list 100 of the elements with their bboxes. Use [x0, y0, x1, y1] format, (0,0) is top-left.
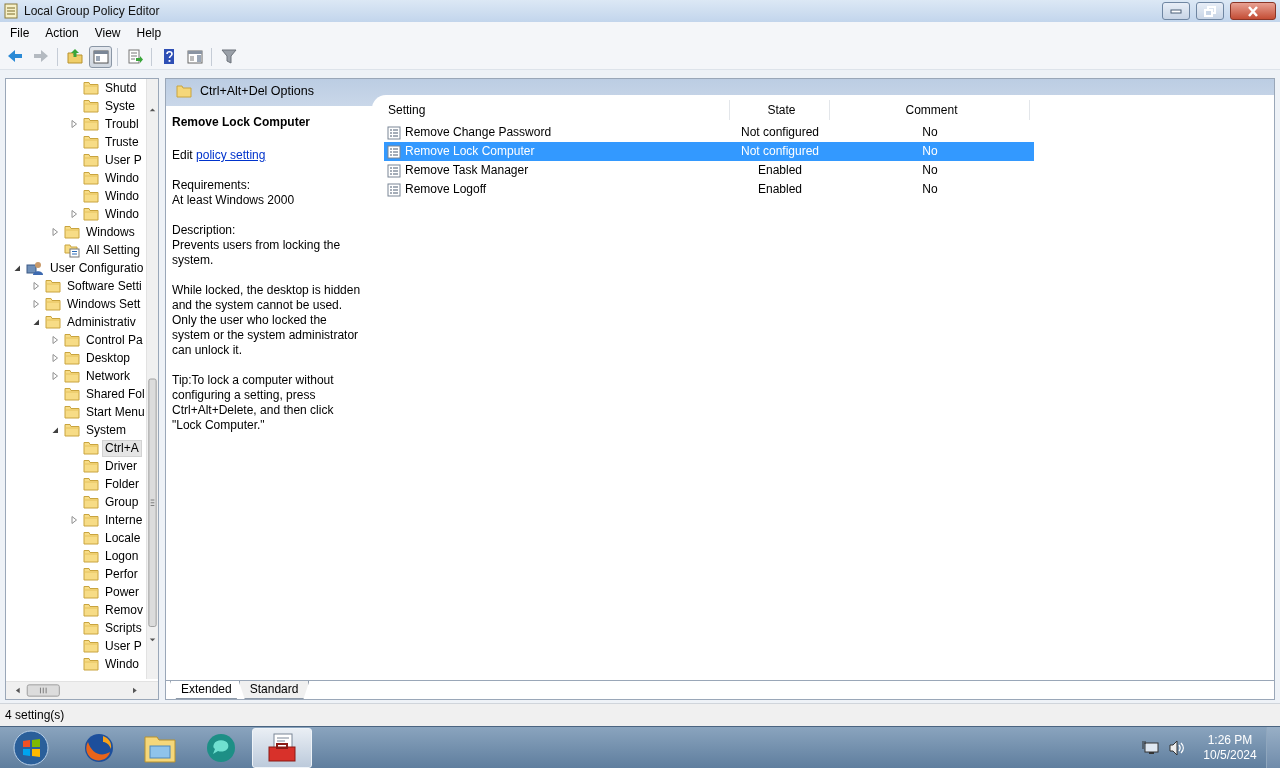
- tree-item[interactable]: Group: [102, 493, 142, 511]
- toolbox-icon: [265, 731, 299, 764]
- tree-item[interactable]: User P: [102, 637, 145, 655]
- tree-item[interactable]: Truste: [102, 133, 142, 151]
- table-cell-text: Not configured: [739, 144, 820, 159]
- tree-item[interactable]: Perfor: [102, 565, 141, 583]
- expand-arrow-icon[interactable]: [50, 371, 60, 381]
- tree-item[interactable]: Start Menu: [83, 403, 146, 421]
- tree-item[interactable]: Interne: [102, 511, 146, 529]
- tree-item[interactable]: Windo: [102, 205, 142, 223]
- collapse-arrow-icon[interactable]: [12, 263, 22, 273]
- tree-item[interactable]: Administrativ: [64, 313, 139, 331]
- expand-arrow-icon[interactable]: [69, 119, 79, 129]
- tree-item[interactable]: Troubl: [102, 115, 142, 133]
- tree-item[interactable]: Network: [83, 367, 133, 385]
- menu-item[interactable]: View: [86, 25, 129, 41]
- menu-item[interactable]: Action: [37, 25, 87, 41]
- tree-item[interactable]: Syste: [102, 97, 138, 115]
- minimize-icon: [1170, 8, 1182, 14]
- table-row[interactable]: Remove Logoff Enabled No: [384, 180, 1034, 199]
- table-cell-text: No: [921, 125, 939, 140]
- table-row[interactable]: Remove Task Manager Enabled No: [384, 161, 1034, 180]
- expand-arrow-icon[interactable]: [50, 353, 60, 363]
- tree-item[interactable]: Windo: [102, 187, 142, 205]
- restore-button[interactable]: [1196, 2, 1224, 20]
- table-cell-text: No: [921, 144, 939, 159]
- tree-item[interactable]: All Setting: [83, 241, 144, 259]
- toolbar-button[interactable]: [89, 45, 112, 68]
- export-list-icon: [125, 48, 144, 65]
- restore-icon: [1204, 5, 1216, 17]
- expand-arrow-icon[interactable]: [69, 209, 79, 219]
- tree-item[interactable]: Scripts: [102, 619, 145, 637]
- expand-arrow-icon[interactable]: [31, 281, 41, 291]
- tree-item[interactable]: Desktop: [83, 349, 134, 367]
- tree-item[interactable]: Power: [102, 583, 142, 601]
- tree-item[interactable]: Windo: [102, 655, 142, 673]
- tree-pane-icon: [91, 48, 110, 65]
- folder-icon: [176, 84, 192, 98]
- window-title: Local Group Policy Editor: [24, 3, 160, 19]
- table-cell-text: Not configured: [739, 125, 820, 140]
- table-cell-text: Enabled: [756, 182, 803, 197]
- collapse-arrow-icon[interactable]: [50, 425, 60, 435]
- volume-icon[interactable]: [1168, 739, 1186, 756]
- policy-icon: [387, 182, 401, 197]
- tree-item[interactable]: Locale: [102, 529, 144, 547]
- globe-icon: [83, 731, 115, 764]
- menu-item[interactable]: File: [2, 25, 38, 41]
- taskbar-button[interactable]: [252, 727, 312, 768]
- column-header[interactable]: Comment: [830, 100, 1030, 120]
- collapse-arrow-icon[interactable]: [31, 317, 41, 327]
- policy-icon: [387, 163, 401, 178]
- clock-date[interactable]: 10/5/2024: [1194, 747, 1266, 763]
- tree-item[interactable]: User P: [102, 151, 145, 169]
- expand-arrow-icon[interactable]: [50, 227, 60, 237]
- tree-item[interactable]: Windows: [83, 223, 138, 241]
- tree-item[interactable]: Logon: [102, 547, 142, 565]
- start-orb-icon: [13, 729, 49, 766]
- vertical-scrollbar[interactable]: [146, 79, 158, 679]
- table-cell: Remove Lock Computer: [405, 144, 535, 159]
- table-cell: Remove Change Password: [405, 125, 552, 140]
- tree-item[interactable]: User Configuratio: [47, 259, 146, 277]
- table-cell-text: No: [921, 182, 939, 197]
- view-tab[interactable]: Standard: [238, 681, 310, 699]
- status-text: 4 setting(s): [5, 707, 65, 723]
- tree-item[interactable]: Remov: [102, 601, 146, 619]
- tree-item[interactable]: Control Pa: [83, 331, 146, 349]
- tree-item[interactable]: Folder: [102, 475, 142, 493]
- column-header[interactable]: Setting: [384, 100, 730, 120]
- minimize-button[interactable]: [1162, 2, 1190, 20]
- app-icon: [4, 3, 18, 19]
- tree-item[interactable]: Software Setti: [64, 277, 145, 295]
- folder-up-icon: [65, 48, 84, 65]
- network-icon[interactable]: [1142, 739, 1160, 756]
- table-cell-text: No: [921, 163, 939, 178]
- tree-item[interactable]: Windo: [102, 169, 142, 187]
- close-icon: [1247, 5, 1259, 17]
- forward-arrow-icon: [31, 48, 50, 65]
- expand-arrow-icon[interactable]: [69, 515, 79, 525]
- column-header[interactable]: State: [730, 100, 830, 120]
- horizontal-scrollbar[interactable]: [6, 681, 158, 699]
- expand-arrow-icon[interactable]: [50, 335, 60, 345]
- edit-label: Edit: [172, 148, 193, 162]
- menu-item[interactable]: Help: [128, 25, 170, 41]
- tree-item[interactable]: Ctrl+A: [102, 439, 142, 457]
- tree-item[interactable]: Windows Sett: [64, 295, 144, 313]
- tree-item[interactable]: Driver: [102, 457, 140, 475]
- table-row[interactable]: Remove Change Password Not configured No: [384, 123, 1034, 142]
- close-button[interactable]: [1230, 2, 1276, 20]
- policy-icon: [387, 125, 401, 140]
- section-heading: Description:: [172, 223, 237, 238]
- expand-arrow-icon[interactable]: [31, 299, 41, 309]
- tree-item[interactable]: Shared Fol: [83, 385, 146, 403]
- policy-setting-link[interactable]: policy setting: [196, 148, 266, 162]
- tree-item[interactable]: System: [83, 421, 129, 439]
- tree-item[interactable]: Shutd: [102, 79, 140, 97]
- section-title: Ctrl+Alt+Del Options: [200, 84, 314, 100]
- show-desktop-button[interactable]: [1266, 726, 1280, 768]
- table-cell: Remove Logoff: [405, 182, 487, 197]
- action-pane-icon: [185, 48, 204, 65]
- description-paragraph: Tip:To lock a computer without configuring a setting, press Ctrl+Alt+Delete, and then click "Lock Computer.": [172, 373, 335, 433]
